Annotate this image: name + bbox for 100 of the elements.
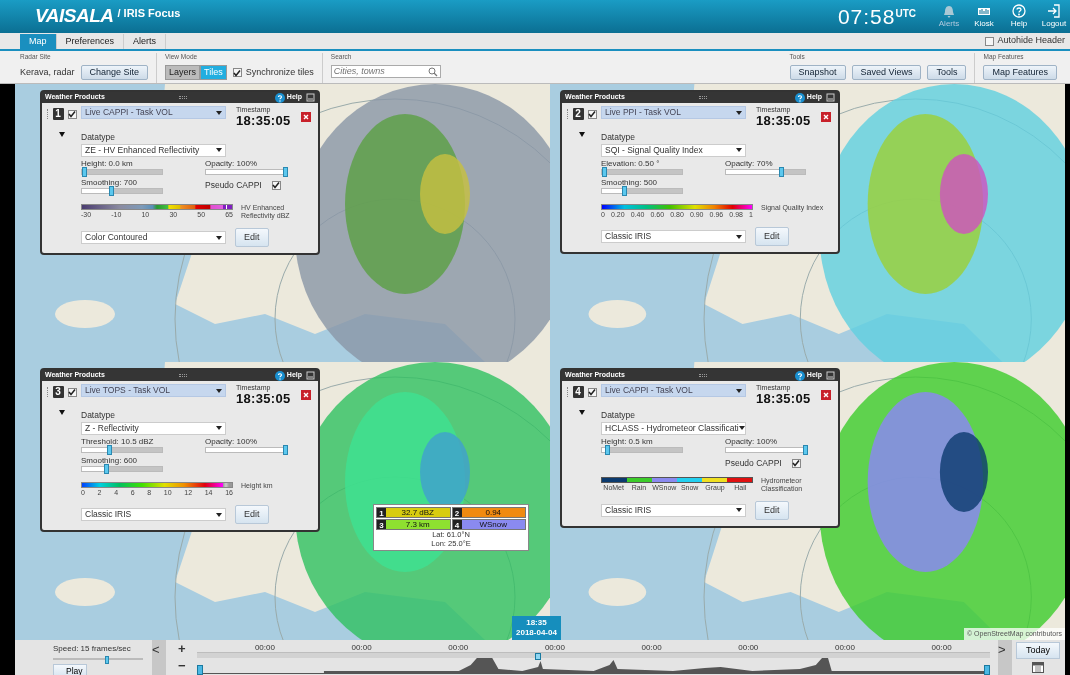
- edit-button[interactable]: Edit: [755, 500, 789, 520]
- checkbox-label: Autohide Header: [997, 34, 1065, 48]
- layer-visibility-checkbox[interactable]: [67, 109, 77, 119]
- minimize-icon[interactable]: [306, 93, 315, 102]
- previous-button[interactable]: <: [152, 640, 166, 675]
- zoom-in-button[interactable]: +: [178, 642, 186, 655]
- drag-grip-icon[interactable]: [698, 96, 707, 99]
- slider-label: Elevation: 0.50 °: [601, 158, 661, 168]
- tool-button[interactable]: Snapshot: [789, 65, 846, 80]
- layer-visibility-checkbox[interactable]: [587, 109, 597, 119]
- minimize-icon[interactable]: [826, 371, 835, 380]
- slider-handle[interactable]: [104, 463, 109, 474]
- slider-handle[interactable]: [778, 166, 784, 177]
- tool-button[interactable]: Saved Views: [851, 65, 922, 80]
- play-button[interactable]: Play: [53, 664, 87, 675]
- time-position-handle[interactable]: [534, 653, 541, 660]
- expand-arrow-icon[interactable]: [578, 410, 585, 415]
- layer-number: 1: [52, 108, 64, 120]
- datatype-dropdown[interactable]: ZE - HV Enhanced Reflectivity: [81, 143, 226, 157]
- drag-handle-icon[interactable]: [566, 387, 569, 397]
- slider-label: Smoothing: 600: [81, 455, 139, 465]
- datatype-dropdown[interactable]: HCLASS - Hydrometeor Classificati: [601, 421, 746, 435]
- product-dropdown[interactable]: Live TOPS - Task VOL: [81, 384, 226, 397]
- close-icon[interactable]: [301, 112, 311, 122]
- help-icon[interactable]: [274, 92, 285, 103]
- view-mode-toggle[interactable]: Layers: [165, 65, 201, 80]
- search-field[interactable]: Cities, towns: [330, 65, 441, 79]
- datatype-dropdown[interactable]: Z - Reflectivity: [81, 421, 226, 435]
- checkbox[interactable]: [271, 180, 281, 190]
- slider-handle[interactable]: [104, 656, 109, 664]
- slider-label: Opacity: 100%: [205, 158, 259, 168]
- help-icon[interactable]: [274, 370, 285, 381]
- drag-handle-icon[interactable]: [46, 109, 49, 119]
- product-dropdown[interactable]: Live PPI - Task VOL: [601, 106, 746, 119]
- help-icon[interactable]: [794, 370, 805, 381]
- layer-visibility-checkbox[interactable]: [67, 387, 77, 397]
- drag-handle-icon[interactable]: [566, 109, 569, 119]
- edit-button[interactable]: Edit: [235, 227, 269, 248]
- minimize-icon[interactable]: [826, 93, 835, 102]
- minimize-icon[interactable]: [306, 371, 315, 380]
- palette-dropdown[interactable]: Classic IRIS: [601, 503, 746, 517]
- map-features-button[interactable]: Map Features: [983, 65, 1057, 80]
- tab[interactable]: Preferences: [56, 34, 125, 49]
- header-button[interactable]: Logout: [1038, 3, 1070, 30]
- bell-icon: [942, 3, 956, 18]
- product-dropdown[interactable]: Live CAPPI - Task VOL: [81, 106, 226, 119]
- slider-handle[interactable]: [601, 166, 607, 177]
- expand-arrow-icon[interactable]: [578, 132, 585, 137]
- slider-handle[interactable]: [283, 166, 288, 177]
- checkbox-label: Pseudo CAPPI: [205, 178, 262, 192]
- field-label: Datatype: [81, 409, 117, 422]
- datatype-dropdown[interactable]: SQI - Signal Quality Index: [601, 143, 746, 157]
- drag-grip-icon[interactable]: [698, 374, 707, 377]
- drag-handle-icon[interactable]: [46, 387, 49, 397]
- close-icon[interactable]: [821, 112, 831, 122]
- field-label: Datatype: [601, 409, 637, 422]
- field-label: Datatype: [81, 131, 117, 144]
- checkbox[interactable]: [791, 458, 801, 468]
- layer-visibility-checkbox[interactable]: [587, 387, 597, 397]
- checkbox-label: Synchronize tiles: [245, 65, 314, 79]
- time-tick-label: 00:00: [641, 642, 662, 654]
- edit-button[interactable]: Edit: [235, 504, 269, 525]
- drag-grip-icon[interactable]: [178, 374, 187, 377]
- change-site-button[interactable]: Change Site: [80, 65, 149, 80]
- zoom-out-button[interactable]: −: [178, 660, 186, 673]
- next-button[interactable]: >: [997, 640, 1012, 675]
- slider-handle[interactable]: [108, 185, 114, 196]
- tool-button[interactable]: Tools: [927, 65, 967, 80]
- checkbox[interactable]: [232, 68, 242, 77]
- palette-dropdown[interactable]: Classic IRIS: [601, 230, 746, 243]
- slider-handle[interactable]: [604, 444, 610, 455]
- tab[interactable]: Alerts: [124, 34, 167, 49]
- slider-handle[interactable]: [283, 444, 288, 455]
- help-icon[interactable]: [794, 92, 805, 103]
- expand-arrow-icon[interactable]: [58, 410, 65, 415]
- app-title: / IRIS Focus: [117, 6, 181, 22]
- close-icon[interactable]: [821, 390, 831, 400]
- slider-label: Threshold: 10.5 dBZ: [81, 436, 155, 446]
- slider-label: Smoothing: 700: [81, 177, 139, 187]
- slider-handle[interactable]: [107, 444, 113, 455]
- slider-handle[interactable]: [81, 166, 87, 177]
- expand-arrow-icon[interactable]: [58, 132, 65, 137]
- palette-dropdown[interactable]: Color Contoured: [81, 231, 226, 244]
- range-handle[interactable]: [196, 665, 203, 675]
- time-marker: 18:35 2018-04-04: [512, 616, 561, 640]
- header-button[interactable]: Kiosk: [968, 3, 1000, 30]
- drag-grip-icon[interactable]: [178, 96, 187, 99]
- range-handle[interactable]: [983, 665, 990, 675]
- tab[interactable]: Map: [20, 34, 57, 49]
- header-button[interactable]: Help: [1003, 3, 1035, 30]
- help-icon: [1012, 3, 1026, 18]
- product-dropdown[interactable]: Live CAPPI - Task VOL: [601, 384, 746, 397]
- today-button[interactable]: Today: [1015, 642, 1060, 659]
- checkbox[interactable]: [985, 36, 995, 46]
- calendar-icon[interactable]: [1032, 661, 1044, 673]
- close-icon[interactable]: [301, 390, 311, 400]
- slider-handle[interactable]: [621, 185, 627, 196]
- edit-button[interactable]: Edit: [755, 226, 789, 247]
- palette-dropdown[interactable]: Classic IRIS: [81, 508, 226, 521]
- slider-handle[interactable]: [803, 444, 808, 455]
